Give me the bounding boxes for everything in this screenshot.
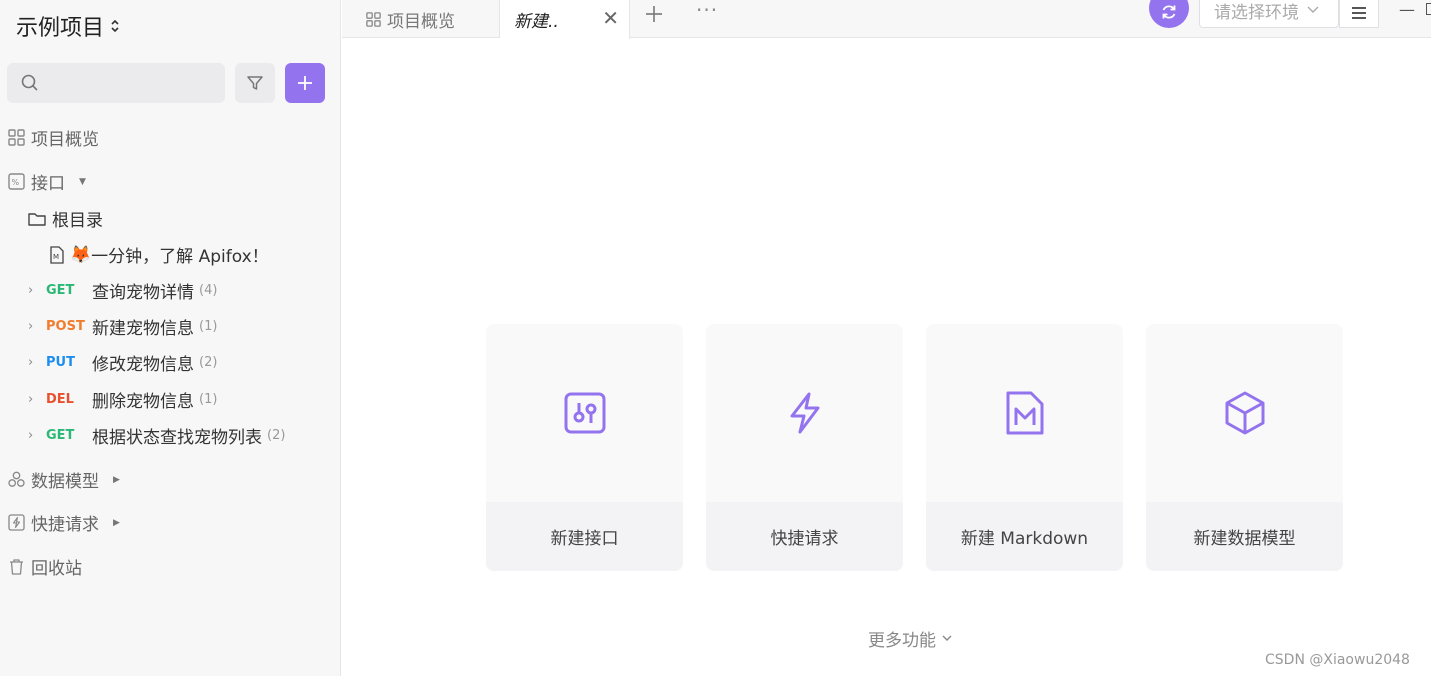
api-icon <box>564 392 605 434</box>
nav-quick-request-label: 快捷请求 <box>31 515 99 535</box>
add-button[interactable] <box>285 63 325 103</box>
tree-root-label: 根目录 <box>52 211 103 231</box>
card-quick-request-label: 快捷请求 <box>706 502 903 571</box>
endpoint-count: (2) <box>267 428 286 443</box>
plus-icon <box>646 6 662 22</box>
svg-text:%: % <box>12 178 20 187</box>
chevron-right-icon[interactable]: › <box>28 319 46 334</box>
endpoint-name: 新建宠物信息 <box>92 319 194 339</box>
nav-data-model-label: 数据模型 <box>31 472 99 492</box>
more-functions-link[interactable]: 更多功能 <box>868 626 952 651</box>
endpoint-name: 修改宠物信息 <box>92 355 194 375</box>
caret-right-icon: ▶ <box>113 474 120 485</box>
tab-overview[interactable]: 项目概览 <box>342 0 500 38</box>
sync-button[interactable] <box>1149 0 1189 28</box>
cube-icon <box>1225 391 1264 435</box>
chevron-right-icon[interactable]: › <box>28 428 46 443</box>
tab-bar: 项目概览 新建.. ✕ ··· 请选择环境 — <box>342 0 1431 39</box>
caret-down-icon: ▼ <box>79 176 86 187</box>
endpoint-name: 查询宠物详情 <box>92 283 194 303</box>
lightning-box-icon <box>8 514 25 531</box>
nav-overview-label: 项目概览 <box>31 130 99 150</box>
tab-new-label: 新建.. <box>514 12 559 32</box>
search-input[interactable] <box>7 63 225 103</box>
endpoint-row[interactable]: › DEL 删除宠物信息 (1) <box>28 387 217 412</box>
lightning-icon <box>790 392 819 434</box>
data-model-icon <box>8 471 25 487</box>
card-new-data-model[interactable]: 新建数据模型 <box>1146 324 1343 571</box>
http-method-badge: GET <box>46 428 75 443</box>
minimize-icon[interactable]: — <box>1399 0 1415 19</box>
nav-recycle-label: 回收站 <box>31 559 82 579</box>
endpoint-name: 删除宠物信息 <box>92 392 194 412</box>
http-method-badge: POST <box>46 319 85 334</box>
card-new-api-label: 新建接口 <box>486 502 683 571</box>
chevron-right-icon[interactable]: › <box>28 355 46 370</box>
grid-icon <box>8 129 25 146</box>
card-new-data-model-label: 新建数据模型 <box>1146 502 1343 571</box>
close-icon[interactable]: ✕ <box>602 6 619 30</box>
tab-overview-label: 项目概览 <box>387 11 455 32</box>
card-quick-request[interactable]: 快捷请求 <box>706 324 903 571</box>
refresh-icon <box>1162 5 1176 19</box>
chevron-down-icon <box>942 635 952 641</box>
card-new-markdown[interactable]: 新建 Markdown <box>926 324 1123 571</box>
search-icon <box>21 74 38 91</box>
project-switcher[interactable]: 示例项目 <box>16 10 120 42</box>
nav-overview[interactable]: 项目概览 <box>8 125 99 150</box>
nav-interface[interactable]: % 接口 ▼ <box>8 169 86 194</box>
fox-icon: 🦊 <box>70 244 92 265</box>
nav-data-model[interactable]: 数据模型 ▶ <box>8 467 120 492</box>
hamburger-icon <box>1352 7 1366 19</box>
grid-icon <box>366 11 381 27</box>
svg-text:M: M <box>53 253 59 261</box>
endpoint-row[interactable]: › POST 新建宠物信息 (1) <box>28 314 217 339</box>
filter-icon <box>247 76 263 90</box>
maximize-icon[interactable] <box>1426 3 1431 15</box>
sidebar: 示例项目 项目概览 % 接口 ▼ 根目录 M 🦊 一分钟，了解 Apifox！ … <box>0 0 341 676</box>
endpoint-count: (2) <box>199 355 218 370</box>
updown-chevron-icon <box>110 18 120 34</box>
watermark: CSDN @Xiaowu2048 <box>1265 652 1410 668</box>
more-tabs-icon[interactable]: ··· <box>696 0 718 22</box>
chevron-right-icon[interactable]: › <box>28 283 46 298</box>
nav-recycle[interactable]: 回收站 <box>8 554 82 579</box>
endpoint-count: (1) <box>199 392 218 407</box>
more-functions-label: 更多功能 <box>868 631 936 651</box>
trash-icon <box>10 559 23 575</box>
add-tab-button[interactable] <box>644 0 664 31</box>
caret-right-icon: ▶ <box>113 517 120 528</box>
http-method-badge: GET <box>46 283 75 298</box>
http-method-badge: DEL <box>46 392 74 407</box>
filter-button[interactable] <box>235 63 275 103</box>
folder-icon <box>28 212 46 226</box>
menu-button[interactable] <box>1339 0 1379 28</box>
card-new-api[interactable]: 新建接口 <box>486 324 683 571</box>
endpoint-count: (1) <box>199 319 218 334</box>
environment-select-label: 请选择环境 <box>1214 2 1299 23</box>
tree-root-folder[interactable]: 根目录 <box>28 206 103 231</box>
markdown-icon <box>1006 391 1043 435</box>
tree-doc-label: 一分钟，了解 Apifox！ <box>91 247 269 267</box>
project-title: 示例项目 <box>16 16 105 41</box>
endpoint-name: 根据状态查找宠物列表 <box>92 428 262 448</box>
endpoint-row[interactable]: › GET 查询宠物详情 (4) <box>28 278 217 303</box>
endpoint-count: (4) <box>199 283 218 298</box>
endpoint-row[interactable]: › PUT 修改宠物信息 (2) <box>28 350 217 375</box>
card-new-markdown-label: 新建 Markdown <box>926 502 1123 571</box>
chevron-down-icon <box>1307 3 1319 17</box>
markdown-file-icon: M <box>50 245 64 264</box>
chevron-right-icon[interactable]: › <box>28 392 46 407</box>
api-icon: % <box>8 173 25 190</box>
tree-doc-item[interactable]: M 🦊 一分钟，了解 Apifox！ <box>50 242 269 267</box>
endpoint-row[interactable]: › GET 根据状态查找宠物列表 (2) <box>28 423 285 448</box>
plus-icon <box>298 76 312 90</box>
tab-new[interactable]: 新建.. ✕ <box>500 0 630 39</box>
environment-select[interactable]: 请选择环境 <box>1199 0 1339 28</box>
nav-interface-label: 接口 <box>31 174 65 194</box>
http-method-badge: PUT <box>46 355 75 370</box>
nav-quick-request[interactable]: 快捷请求 ▶ <box>8 510 120 535</box>
